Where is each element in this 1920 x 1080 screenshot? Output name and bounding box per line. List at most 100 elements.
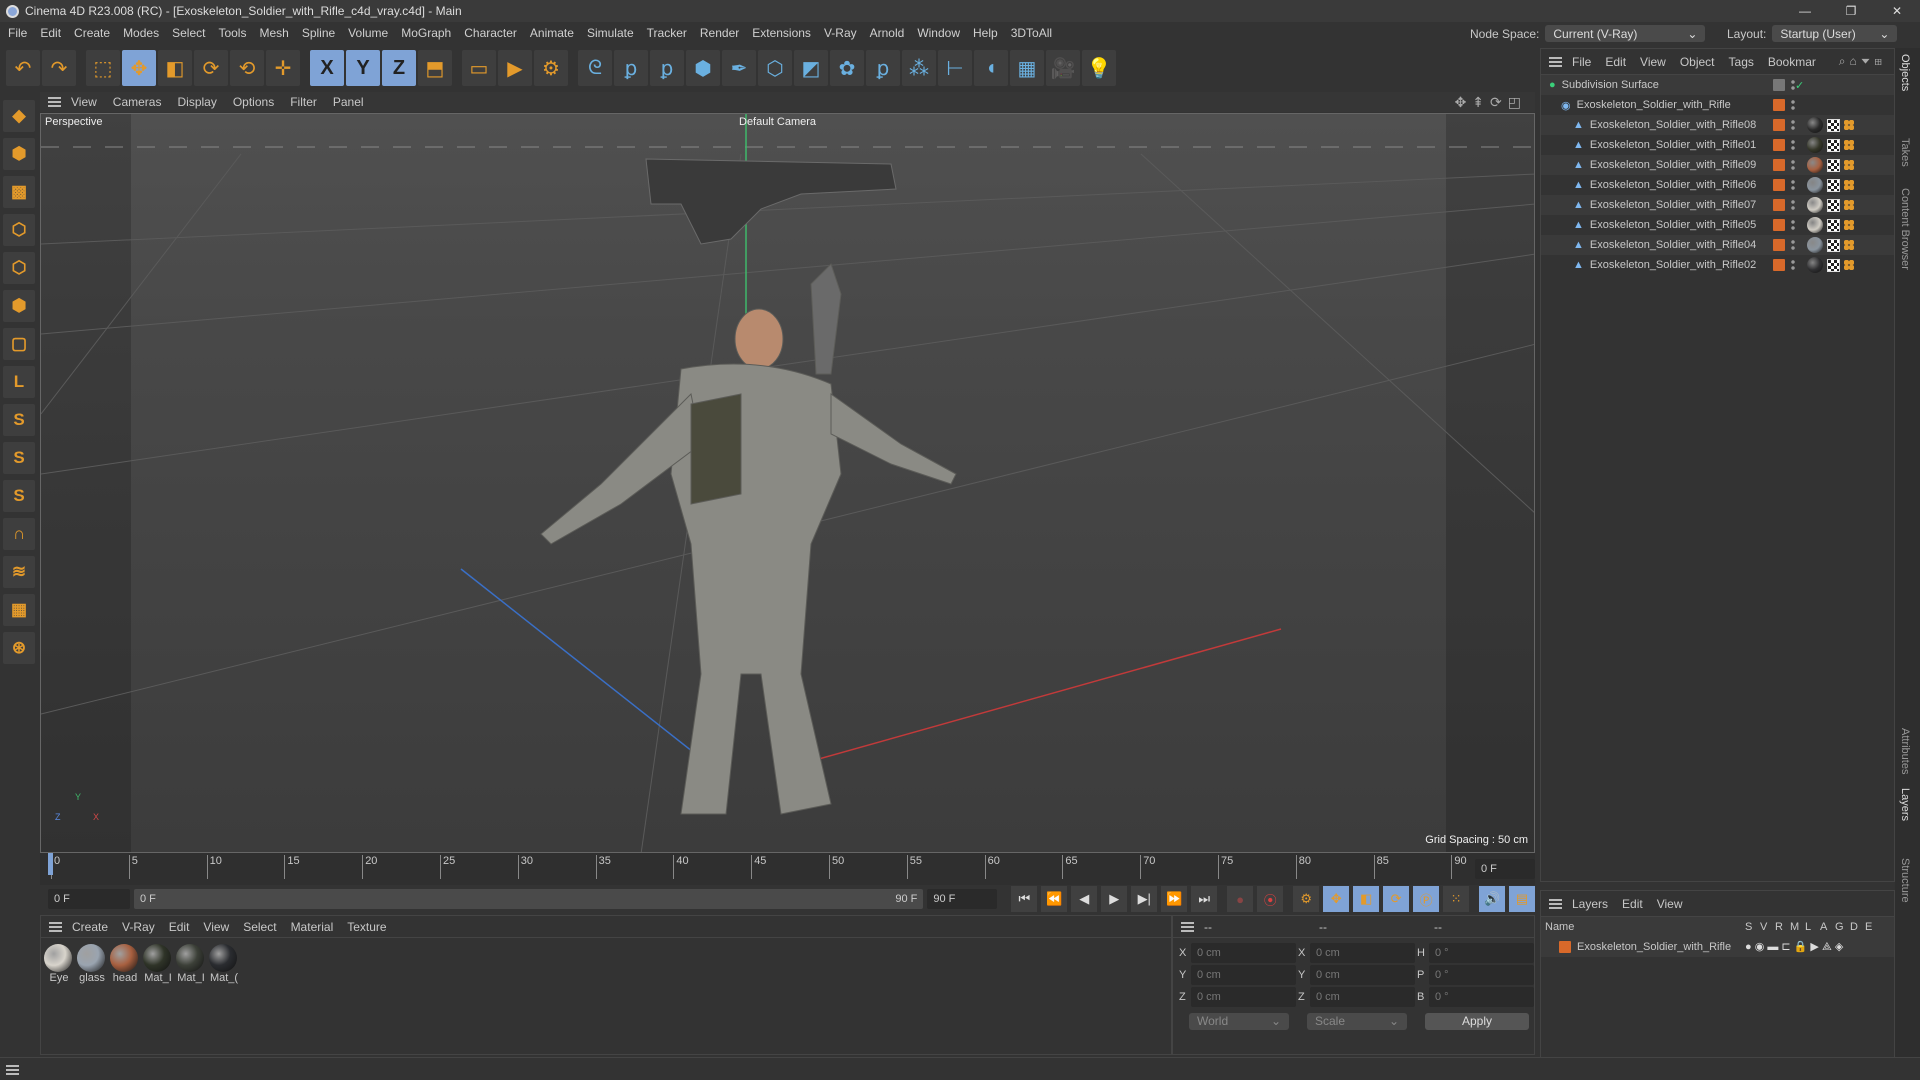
coordinates-menu-icon[interactable] — [1181, 921, 1194, 932]
view-name[interactable]: Perspective — [45, 116, 102, 128]
add-icon[interactable]: ✛ — [266, 50, 300, 86]
layer-color-swatch[interactable] — [1773, 139, 1785, 151]
visibility-dots[interactable] — [1791, 159, 1795, 171]
vray-tag-icon[interactable] — [1844, 140, 1854, 150]
viewport-menu-view[interactable]: View — [71, 95, 97, 109]
material-menu-create[interactable]: Create — [72, 920, 108, 934]
menu-arnold[interactable]: Arnold — [870, 26, 905, 40]
menu-3dtoall[interactable]: 3DToAll — [1011, 26, 1052, 40]
material-menu-select[interactable]: Select — [243, 920, 276, 934]
layer-menu-view[interactable]: View — [1657, 897, 1683, 911]
menu-render[interactable]: Render — [700, 26, 739, 40]
layer-color-swatch[interactable] — [1773, 219, 1785, 231]
vray-tag-icon[interactable] — [1844, 120, 1854, 130]
object-row[interactable]: ▲ Exoskeleton_Soldier_with_Rifle05 — [1541, 215, 1894, 235]
python-icon[interactable]: ꝑ — [614, 50, 648, 86]
side-tab-content-browser[interactable]: Content Browser — [1899, 188, 1911, 270]
object-row[interactable]: ◉ Exoskeleton_Soldier_with_Rifle — [1541, 95, 1894, 115]
position-field[interactable]: 0 cm — [1191, 943, 1296, 963]
vray-tag-icon[interactable] — [1844, 160, 1854, 170]
uvw-tag-icon[interactable] — [1827, 178, 1840, 192]
material-item[interactable]: Eye — [44, 944, 74, 984]
menu-extensions[interactable]: Extensions — [752, 26, 811, 40]
side-tab-attributes[interactable]: Attributes — [1899, 728, 1911, 774]
apply-button[interactable]: Apply — [1425, 1012, 1529, 1030]
size-field[interactable]: 0 cm — [1310, 943, 1415, 963]
rotation-field[interactable]: 0 ° — [1429, 943, 1534, 963]
snap-settings-icon[interactable]: S — [3, 442, 35, 474]
menu-volume[interactable]: Volume — [348, 26, 388, 40]
x-axis-icon[interactable]: X — [310, 50, 344, 86]
cube-icon[interactable]: ⬢ — [686, 50, 720, 86]
material-tag[interactable] — [1807, 177, 1823, 193]
menu-mograph[interactable]: MoGraph — [401, 26, 451, 40]
material-tag[interactable] — [1807, 117, 1823, 133]
menu-character[interactable]: Character — [464, 26, 517, 40]
y-axis-icon[interactable]: Y — [346, 50, 380, 86]
menu-window[interactable]: Window — [917, 26, 960, 40]
object-menu-tags[interactable]: Tags — [1729, 55, 1754, 69]
layer-flag-icons[interactable]: ● ◉ ▬ ⊏ 🔒 ▶ ⟁ ◈ — [1745, 940, 1843, 954]
material-menu-view[interactable]: View — [203, 920, 229, 934]
maximize-button[interactable]: ❐ — [1828, 0, 1874, 22]
object-row[interactable]: ▲ Exoskeleton_Soldier_with_Rifle01 — [1541, 135, 1894, 155]
object-row[interactable]: ● Subdivision Surface ✓ — [1541, 75, 1894, 95]
sound-icon[interactable]: 🔊 — [1479, 886, 1506, 912]
z-axis-icon[interactable]: Z — [382, 50, 416, 86]
pen-icon[interactable]: ✒ — [722, 50, 756, 86]
layer-color-swatch[interactable] — [1773, 99, 1785, 111]
enabled-check-icon[interactable]: ✓ — [1795, 79, 1804, 92]
workplane-icon[interactable]: ≋ — [3, 556, 35, 588]
render-settings-icon[interactable]: ⚙ — [534, 50, 568, 86]
camera-name[interactable]: Default Camera — [739, 116, 816, 128]
viewport-3d[interactable]: Perspective Default Camera Grid Spacing … — [40, 113, 1535, 853]
redo-icon[interactable]: ↷ — [42, 50, 76, 86]
vray-tag-icon[interactable] — [1844, 200, 1854, 210]
visibility-dots[interactable] — [1791, 199, 1795, 211]
field-icon[interactable]: ◖ — [974, 50, 1008, 86]
menu-select[interactable]: Select — [172, 26, 205, 40]
object-menu-icon[interactable] — [1549, 56, 1562, 67]
material-item[interactable]: head — [110, 944, 140, 984]
material-menu-icon[interactable] — [49, 921, 62, 932]
uvw-tag-icon[interactable] — [1827, 198, 1840, 212]
visibility-dots[interactable] — [1791, 219, 1795, 231]
timeline-ruler[interactable]: 0 5 10 15 20 25 30 35 40 45 50 55 60 65 70 75 80 85 90 0 F — [40, 853, 1535, 885]
object-row[interactable]: ▲ Exoskeleton_Soldier_with_Rifle09 — [1541, 155, 1894, 175]
render-picture-viewer-icon[interactable]: ▶ — [498, 50, 532, 86]
end-frame-field[interactable]: 90 F — [927, 889, 998, 909]
visibility-dots[interactable] — [1791, 239, 1795, 251]
viewport-menu-panel[interactable]: Panel — [333, 95, 364, 109]
next-frame-icon[interactable]: ▶| — [1131, 886, 1158, 912]
key-position-icon[interactable]: ✥ — [1323, 886, 1350, 912]
material-menu-vray[interactable]: V-Ray — [122, 920, 155, 934]
uvw-tag-icon[interactable] — [1827, 118, 1840, 132]
object-row[interactable]: ▲ Exoskeleton_Soldier_with_Rifle08 — [1541, 115, 1894, 135]
quantize-icon[interactable]: S — [3, 480, 35, 512]
vray-tag-icon[interactable] — [1844, 240, 1854, 250]
uvw-tag-icon[interactable] — [1827, 258, 1840, 272]
extrude-icon[interactable]: ◩ — [794, 50, 828, 86]
autokey-icon[interactable]: ⦿ — [1257, 886, 1284, 912]
material-menu-material[interactable]: Material — [291, 920, 334, 934]
status-menu-icon[interactable] — [6, 1065, 19, 1075]
coord-type-select[interactable]: Scale ⌄ — [1307, 1012, 1407, 1030]
grid-icon[interactable]: ▦ — [3, 594, 35, 626]
visibility-dots[interactable] — [1791, 259, 1795, 271]
next-key-icon[interactable]: ⏩ — [1161, 886, 1188, 912]
close-button[interactable]: ✕ — [1874, 0, 1920, 22]
layer-color[interactable] — [1559, 941, 1571, 953]
visibility-dots[interactable] — [1791, 179, 1795, 191]
edges-mode-icon[interactable]: ⬡ — [3, 252, 35, 284]
make-editable-icon[interactable]: ◆ — [3, 100, 35, 132]
subdivision-icon[interactable]: ⬡ — [758, 50, 792, 86]
material-menu-texture[interactable]: Texture — [347, 920, 386, 934]
node-space-select[interactable]: Current (V-Ray) ⌄ — [1545, 25, 1706, 42]
undo-icon[interactable]: ↶ — [6, 50, 40, 86]
key-rotation-icon[interactable]: ⟳ — [1383, 886, 1410, 912]
points-mode-icon[interactable]: ⬡ — [3, 214, 35, 246]
coordinate-system-icon[interactable]: ⬒ — [418, 50, 452, 86]
render-view-icon[interactable]: ▭ — [462, 50, 496, 86]
current-frame-field[interactable]: 0 F — [1475, 859, 1535, 879]
material-tag[interactable] — [1807, 197, 1823, 213]
